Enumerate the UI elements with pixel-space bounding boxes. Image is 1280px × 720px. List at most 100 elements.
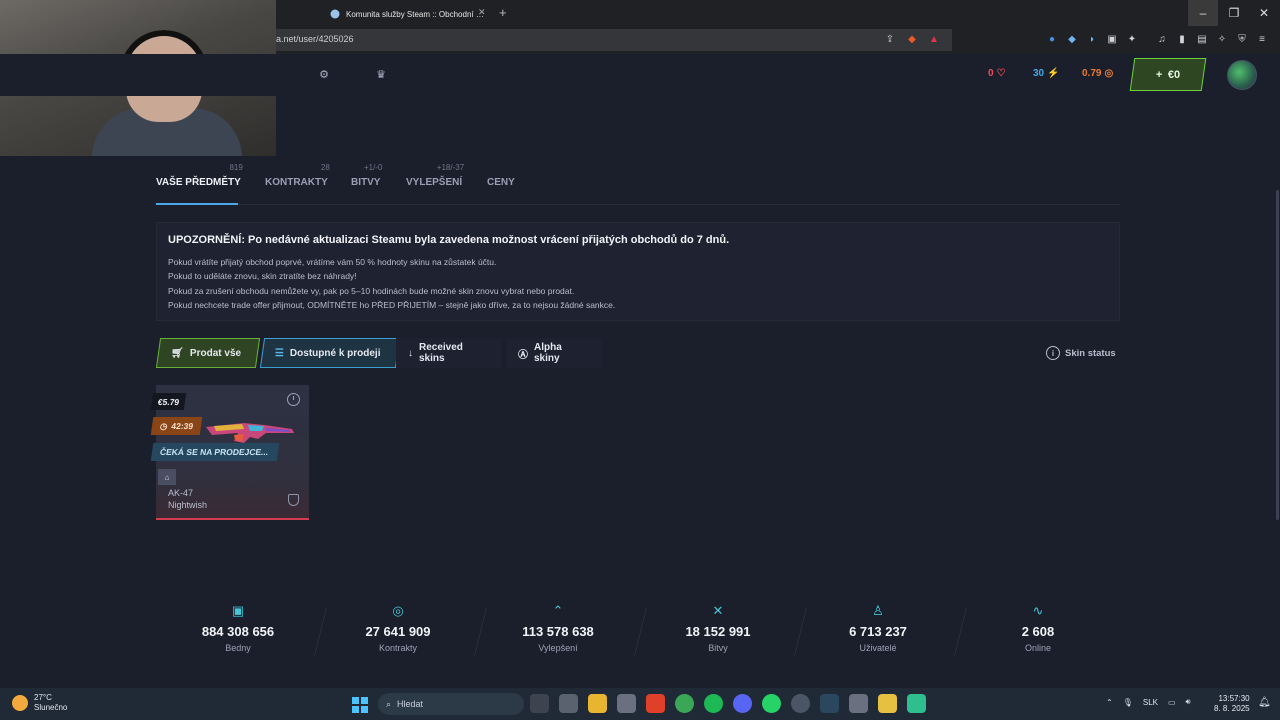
language-indicator[interactable]: SLK xyxy=(1143,698,1158,707)
network-icon[interactable]: ▭ xyxy=(1168,698,1176,707)
skin-name: AK-47 Nightwish xyxy=(168,487,207,511)
shield-check-icon xyxy=(288,494,299,506)
new-tab-icon[interactable]: + xyxy=(499,5,507,20)
menu-icon[interactable]: ≡ xyxy=(1256,33,1268,45)
sell-all-button[interactable]: 🛒︎ Prodat vše xyxy=(155,338,261,368)
alpha-skins-label: Alpha skiny xyxy=(534,342,562,364)
extension-a-icon[interactable]: ● xyxy=(1046,33,1058,45)
windows-start-icon[interactable] xyxy=(352,697,368,713)
sidebar-icon[interactable]: ▮ xyxy=(1176,33,1188,45)
stat-contracts: ◎ 27 641 909 Kontrakty xyxy=(320,600,476,653)
tab-battles[interactable]: BITVY +1/-0 xyxy=(351,163,382,188)
taskbar-clock[interactable]: 13:57:30 8. 8. 2025 xyxy=(1214,694,1250,714)
browser-tab[interactable]: Komunita služby Steam :: Obchodní … xyxy=(330,3,490,25)
notes-app-icon[interactable] xyxy=(878,694,897,713)
crown-icon[interactable]: ♛ xyxy=(375,68,387,81)
steam-icon[interactable] xyxy=(820,694,839,713)
clock-time: 13:57:30 xyxy=(1218,694,1250,703)
hearts-counter[interactable]: 0 ♡ xyxy=(988,68,1006,79)
wallet-icon[interactable]: ▤ xyxy=(1196,33,1208,45)
database-icon: ☰ xyxy=(275,347,284,359)
share-icon[interactable]: ⇪ xyxy=(884,33,896,45)
page-scrollbar[interactable] xyxy=(1276,190,1279,520)
target-icon: ◎ xyxy=(392,603,404,618)
stat-value: 6 713 237 xyxy=(849,624,907,639)
sun-icon xyxy=(12,695,28,711)
music-icon[interactable]: ♫ xyxy=(1156,33,1168,45)
add-balance-button[interactable]: + €0 xyxy=(1129,58,1207,91)
taskbar-search[interactable]: ⌕ Hledat xyxy=(378,693,524,715)
item-card[interactable]: €5.79 ◷ 42:39 ČEKÁ SE NA PRODEJCE... ⌂ A… xyxy=(150,385,309,520)
status-badge: ČEKÁ SE NA PRODEJCE... xyxy=(150,443,280,461)
weapon-name: AK-47 xyxy=(168,488,194,498)
volume-icon[interactable]: 🔊︎ xyxy=(1186,697,1191,707)
skin-status-button[interactable]: i Skin status xyxy=(1046,346,1116,360)
user-avatar[interactable] xyxy=(1227,60,1257,90)
close-window-button[interactable]: ✕ xyxy=(1249,0,1279,26)
stat-label: Vylepšení xyxy=(538,643,578,653)
balance-value: €0 xyxy=(1167,68,1180,81)
settings-icon[interactable]: ⚙ xyxy=(318,68,330,81)
notice-line: Pokud nechcete trade offer přijmout, ODM… xyxy=(168,300,616,310)
available-filter-button[interactable]: ☰ Dostupné k prodeji xyxy=(259,338,401,368)
tab-items[interactable]: VAŠE PŘEDMĚTY 819 xyxy=(156,163,243,188)
stat-label: Online xyxy=(1024,643,1051,653)
whatsapp-icon[interactable] xyxy=(762,694,781,713)
ai-sparkle-icon[interactable]: ✧ xyxy=(1216,33,1228,45)
box-icon: ▣ xyxy=(231,603,245,618)
tab-close-icon[interactable]: ✕ xyxy=(478,7,486,18)
bolt-icon: ⚡ xyxy=(1047,68,1060,79)
brave-rewards-icon[interactable]: ▲ xyxy=(928,33,940,45)
cart-icon: 🛒︎ xyxy=(171,347,184,359)
chrome-icon[interactable] xyxy=(675,694,694,713)
stat-label: Uživatelé xyxy=(859,643,897,653)
system-tray: ⌃ 🎙︎ SLK ▭ 🔊︎ xyxy=(1106,697,1191,707)
tab-prizes[interactable]: CENY xyxy=(487,177,515,188)
taskbar-apps xyxy=(530,694,926,713)
app-circle-icon[interactable] xyxy=(791,694,810,713)
coins-counter[interactable]: 0.79 ◎ xyxy=(1082,68,1113,79)
store-icon[interactable] xyxy=(617,694,636,713)
extension-icons: ● ◆ ◗ ▣ ✦ ♫ ▮ ▤ ✧ ⛨ ≡ xyxy=(1046,33,1268,45)
spotify-icon[interactable] xyxy=(704,694,723,713)
stat-label: Bitvy xyxy=(708,643,728,653)
tab-contracts[interactable]: KONTRAKTY 28 xyxy=(265,163,330,188)
item-status: ČEKÁ SE NA PRODEJCE... xyxy=(159,447,270,457)
stat-upgrades: ⌃ 113 578 638 Vylepšení xyxy=(480,600,636,653)
tab-items-count: 819 xyxy=(229,163,243,172)
history-icon[interactable] xyxy=(287,393,300,406)
notice-line: Pokud za zrušení obchodu nemůžete vy, pa… xyxy=(168,286,575,296)
tab-upgrades-label: VYLEPŠENÍ xyxy=(406,177,463,188)
task-view-icon[interactable] xyxy=(530,694,549,713)
calculator-icon[interactable] xyxy=(559,694,578,713)
coin-icon: ◎ xyxy=(1104,68,1114,79)
stat-value: 27 641 909 xyxy=(365,624,431,639)
game-app-icon[interactable] xyxy=(907,694,926,713)
minimize-button[interactable]: – xyxy=(1188,0,1218,26)
notification-bell-icon[interactable]: 🔔︎ xyxy=(1258,697,1271,708)
puzzle-icon[interactable]: ✦ xyxy=(1126,33,1138,45)
steam-favicon-icon xyxy=(330,9,340,19)
skin-title: Nightwish xyxy=(168,500,208,510)
item-price: €5.79 xyxy=(157,396,180,407)
bolts-counter[interactable]: 30 ⚡ xyxy=(1033,68,1060,79)
microphone-icon[interactable]: 🎙︎ xyxy=(1123,698,1133,707)
maximize-button[interactable]: ❐ xyxy=(1219,0,1249,26)
chevron-up-icon[interactable]: ⌃ xyxy=(1106,698,1113,707)
brave-browser-icon[interactable] xyxy=(646,694,665,713)
settings-app-icon[interactable] xyxy=(849,694,868,713)
extension-c-icon[interactable]: ◗ xyxy=(1086,33,1098,45)
notice-title: UPOZORNĚNÍ: Po nedávné aktualizaci Steam… xyxy=(168,234,730,246)
weather-widget[interactable]: 27°C Slunečno xyxy=(12,693,67,713)
extension-d-icon[interactable]: ▣ xyxy=(1106,33,1118,45)
alpha-skins-button[interactable]: Ⓐ Alpha skiny xyxy=(506,338,602,368)
extension-b-icon[interactable]: ◆ xyxy=(1066,33,1078,45)
discord-icon[interactable] xyxy=(733,694,752,713)
file-explorer-icon[interactable] xyxy=(588,694,607,713)
tab-upgrades[interactable]: VYLEPŠENÍ +18/-37 xyxy=(406,163,464,188)
vpn-icon[interactable]: ⛨ xyxy=(1236,33,1248,45)
price-badge: €5.79 xyxy=(150,393,187,410)
brave-shield-icon[interactable]: ◆ xyxy=(906,33,918,45)
received-skins-button[interactable]: ↓ Received skins xyxy=(396,338,502,368)
arrow-down-icon: ↓ xyxy=(408,347,413,359)
